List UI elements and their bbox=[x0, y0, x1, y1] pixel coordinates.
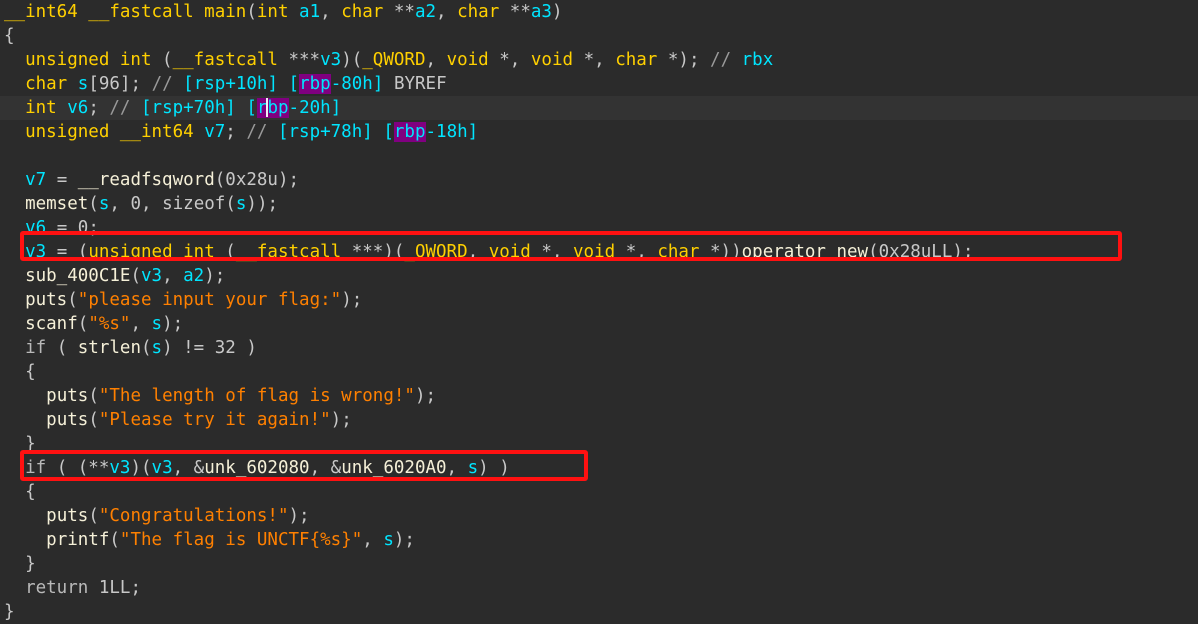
token-fn-puts[interactable]: puts bbox=[25, 290, 67, 310]
token-var-s[interactable]: s bbox=[99, 194, 110, 214]
token-fn-printf[interactable]: printf bbox=[46, 530, 109, 550]
token-string[interactable]: "Please try it again!" bbox=[99, 410, 331, 430]
token-type: __int64 __fastcall main bbox=[4, 2, 247, 22]
token-var-v3[interactable]: v3 bbox=[320, 50, 341, 70]
token-var-s[interactable]: s bbox=[152, 314, 163, 334]
code-line-current[interactable]: int v6; // [rsp+70h] [rbp-20h] bbox=[0, 96, 1198, 120]
token-var-v7[interactable]: v7 bbox=[204, 122, 225, 142]
token-var-v6[interactable]: v6 bbox=[67, 98, 88, 118]
token-var-s[interactable]: s bbox=[152, 338, 163, 358]
code-line[interactable]: { bbox=[0, 480, 1198, 504]
token-highlight-rbp[interactable]: rbp bbox=[256, 98, 289, 118]
token-fn-readfsqword[interactable]: __readfsqword bbox=[78, 170, 215, 190]
token-var-v3[interactable]: v3 bbox=[141, 266, 162, 286]
pseudocode-editor[interactable]: __int64 __fastcall main(int a1, char **a… bbox=[0, 0, 1198, 623]
code-line[interactable]: printf("The flag is UNCTF{%s}", s); bbox=[0, 528, 1198, 552]
token-fn-sub-400c1e[interactable]: sub_400C1E bbox=[25, 266, 130, 286]
code-line[interactable]: } bbox=[0, 552, 1198, 576]
token-highlight-rbp[interactable]: rbp bbox=[299, 74, 331, 94]
code-line[interactable]: { bbox=[0, 24, 1198, 48]
token-var-v3[interactable]: v3 bbox=[152, 458, 173, 478]
token-arg-a1[interactable]: a1 bbox=[299, 2, 320, 22]
token-var-s[interactable]: s bbox=[236, 194, 247, 214]
code-line[interactable]: unsigned int (__fastcall ***v3)(_QWORD, … bbox=[0, 48, 1198, 72]
token-var-s[interactable]: s bbox=[78, 74, 89, 94]
code-line[interactable]: v7 = __readfsqword(0x28u); bbox=[0, 168, 1198, 192]
code-line[interactable]: v6 = 0; bbox=[0, 216, 1198, 240]
code-line[interactable]: v3 = (unsigned int (__fastcall ***)(_QWO… bbox=[0, 240, 1198, 264]
code-line[interactable]: if ( (**v3)(v3, &unk_602080, &unk_6020A0… bbox=[0, 456, 1198, 480]
token-var-v6[interactable]: v6 bbox=[25, 218, 46, 238]
code-line[interactable]: } bbox=[0, 432, 1198, 456]
code-line[interactable]: { bbox=[0, 360, 1198, 384]
code-line[interactable]: scanf("%s", s); bbox=[0, 312, 1198, 336]
token-arg-a3[interactable]: a3 bbox=[531, 2, 552, 22]
token-string[interactable]: "please input your flag:" bbox=[78, 290, 341, 310]
token-string[interactable]: "%s" bbox=[88, 314, 130, 334]
token-sym-unk-6020a0[interactable]: unk_6020A0 bbox=[341, 458, 446, 478]
text-caret bbox=[266, 98, 269, 117]
token-fn-operator-new[interactable]: operator new bbox=[742, 242, 868, 262]
token-arg-a2[interactable]: a2 bbox=[183, 266, 204, 286]
token-var-s[interactable]: s bbox=[383, 530, 394, 550]
token-sym-unk-602080[interactable]: unk_602080 bbox=[204, 458, 309, 478]
code-line[interactable]: char s[96]; // [rsp+10h] [rbp-80h] BYREF bbox=[0, 72, 1198, 96]
token-comment: // bbox=[710, 50, 742, 70]
token-var-v3[interactable]: v3 bbox=[109, 458, 130, 478]
code-line-blank[interactable] bbox=[0, 144, 1198, 168]
code-line[interactable]: if ( strlen(s) != 32 ) bbox=[0, 336, 1198, 360]
token-var-v7[interactable]: v7 bbox=[25, 170, 46, 190]
code-line[interactable]: memset(s, 0, sizeof(s)); bbox=[0, 192, 1198, 216]
token-fn-memset[interactable]: memset bbox=[25, 194, 88, 214]
code-line[interactable]: puts("Please try it again!"); bbox=[0, 408, 1198, 432]
token-var-v3[interactable]: v3 bbox=[25, 242, 46, 262]
token-arg-a2[interactable]: a2 bbox=[415, 2, 436, 22]
token-string[interactable]: "The flag is UNCTF{%s}" bbox=[120, 530, 362, 550]
code-line[interactable]: puts("The length of flag is wrong!"); bbox=[0, 384, 1198, 408]
token-fn-puts[interactable]: puts bbox=[46, 506, 88, 526]
token-register-rbx: rbx bbox=[741, 50, 774, 70]
token-string[interactable]: "Congratulations!" bbox=[99, 506, 289, 526]
token-var-s[interactable]: s bbox=[468, 458, 479, 478]
token-fn-scanf[interactable]: scanf bbox=[25, 314, 78, 334]
code-line[interactable]: unsigned __int64 v7; // [rsp+78h] [rbp-1… bbox=[0, 120, 1198, 144]
token-string[interactable]: "The length of flag is wrong!" bbox=[99, 386, 415, 406]
code-line[interactable]: } bbox=[0, 600, 1198, 624]
code-line[interactable]: sub_400C1E(v3, a2); bbox=[0, 264, 1198, 288]
token-fn-puts[interactable]: puts bbox=[46, 410, 88, 430]
token-fn-puts[interactable]: puts bbox=[46, 386, 88, 406]
code-line[interactable]: __int64 __fastcall main(int a1, char **a… bbox=[0, 0, 1198, 24]
token-fn-strlen[interactable]: strlen bbox=[78, 338, 141, 358]
code-line[interactable]: return 1LL; bbox=[0, 576, 1198, 600]
code-line[interactable]: puts("Congratulations!"); bbox=[0, 504, 1198, 528]
code-line[interactable]: puts("please input your flag:"); bbox=[0, 288, 1198, 312]
token-highlight-rbp[interactable]: rbp bbox=[393, 122, 426, 142]
